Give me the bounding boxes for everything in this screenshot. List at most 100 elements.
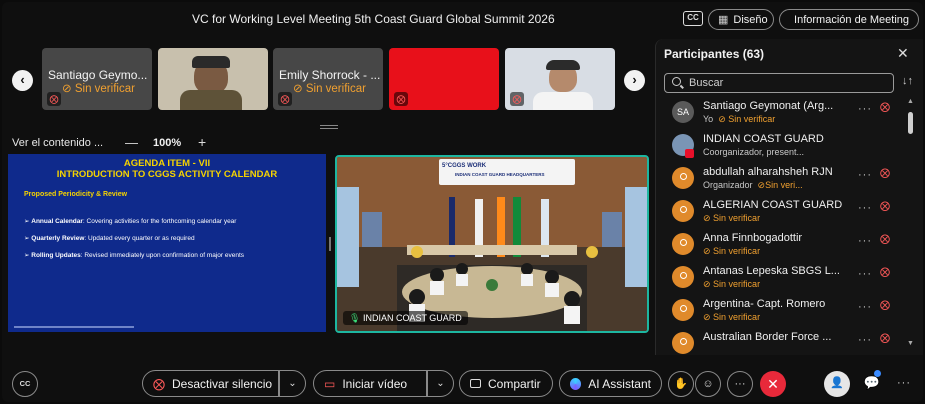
notification-dot xyxy=(874,370,881,377)
person-cap xyxy=(192,56,230,68)
search-input[interactable] xyxy=(689,76,889,90)
person-shirt xyxy=(533,92,593,110)
mic-muted-icon: ⨂ xyxy=(880,201,890,212)
slide-footer xyxy=(14,326,134,328)
participant-row[interactable]: Anna Finnbogadottir ⊘ Sin verificar ··· … xyxy=(656,229,923,262)
more-menu-button[interactable]: ··· xyxy=(891,371,917,397)
start-video-button[interactable]: ▭ Iniciar vídeo xyxy=(313,370,427,397)
audio-options-dropdown[interactable]: ⌄ xyxy=(279,370,306,397)
resize-handle[interactable] xyxy=(320,125,338,129)
zoom-out-button[interactable]: — xyxy=(125,135,138,150)
more-options-icon[interactable]: ··· xyxy=(858,103,872,115)
user-icon xyxy=(672,233,694,255)
participant-row[interactable]: INDIAN COAST GUARD Coorganizador, presen… xyxy=(656,130,923,163)
slide-bullet: ➢ Rolling Updates: Revised immediately u… xyxy=(24,252,245,259)
mic-muted-icon: ⨂ xyxy=(880,333,890,344)
chat-button[interactable]: 💬 xyxy=(859,371,885,397)
user-icon xyxy=(672,332,694,354)
ai-assistant-label: AI Assistant xyxy=(588,376,651,391)
unmute-button[interactable]: ⨂ Desactivar silencio xyxy=(142,370,279,397)
share-button[interactable]: Compartir xyxy=(459,370,553,397)
participant-name: ALGERIAN COAST GUARD xyxy=(703,199,843,211)
user-icon xyxy=(672,200,694,222)
participant-status: ⊘ Sin verificar xyxy=(703,312,761,322)
shared-content: AGENDA ITEM - VII INTRODUCTION TO CGGS A… xyxy=(8,154,326,332)
mic-muted-icon: ⨂ xyxy=(394,92,408,106)
participant-list: SA Santiago Geymonat (Arg... Yo ⊘ Sin ve… xyxy=(656,97,923,355)
raise-hand-button[interactable]: ✋ xyxy=(668,371,694,397)
participant-status: ⊘ Sin verificar xyxy=(703,246,761,256)
more-options-icon[interactable]: ··· xyxy=(858,301,872,313)
scroll-up-arrow[interactable]: ▲ xyxy=(907,98,914,105)
participant-name: Argentina- Capt. Romero xyxy=(703,298,826,310)
reactions-button[interactable]: ☺ xyxy=(695,371,721,397)
more-options-button[interactable]: ··· xyxy=(727,371,753,397)
mic-muted-icon: ⨂ xyxy=(880,300,890,311)
zoom-in-button[interactable]: + xyxy=(198,134,206,150)
mic-muted-icon: ⨂ xyxy=(880,267,890,278)
scrollbar-thumb[interactable] xyxy=(908,112,913,134)
layout-button-label: Diseño xyxy=(733,13,768,26)
user-icon xyxy=(672,167,694,189)
participants-panel: Participantes (63) ✕ ↓↑ SA Santiago Geym… xyxy=(655,39,923,355)
mic-muted-icon: ⨂ xyxy=(153,376,165,391)
participant-row[interactable]: SA Santiago Geymonat (Arg... Yo ⊘ Sin ve… xyxy=(656,97,923,130)
slide-bullet: ➢ Annual Calendar: Covering activities f… xyxy=(24,218,237,225)
participant-row[interactable]: Antanas Lepeska SBGS L... ⊘ Sin verifica… xyxy=(656,262,923,295)
more-options-icon[interactable]: ··· xyxy=(858,334,872,346)
split-divider[interactable] xyxy=(329,237,331,251)
participant-search[interactable] xyxy=(664,73,894,93)
active-speaker-video[interactable]: 5°CGGS WORK INDIAN COAST GUARD HEADQUART… xyxy=(335,155,649,333)
mic-muted-icon: ⨂ xyxy=(47,92,61,106)
video-banner-text: 5°CGGS WORK xyxy=(442,163,487,169)
meeting-title: VC for Working Level Meeting 5th Coast G… xyxy=(192,12,555,26)
mic-icon: 🎙 xyxy=(349,313,361,323)
unmute-label: Desactivar silencio xyxy=(172,376,273,391)
sort-icon[interactable]: ↓↑ xyxy=(902,75,913,87)
participant-row[interactable]: ALGERIAN COAST GUARD ⊘ Sin verificar ···… xyxy=(656,196,923,229)
slide-title-line2: INTRODUCTION TO CGGS ACTIVITY CALENDAR xyxy=(56,169,278,180)
thumbnails-prev-button[interactable]: ‹ xyxy=(12,70,33,91)
participant-thumbnail[interactable]: Santiago Geymo... ⊘ Sin verificar ⨂ xyxy=(42,48,152,110)
layout-button[interactable]: ▦ Diseño xyxy=(708,9,774,30)
participant-video-thumbnail[interactable]: ⨂ xyxy=(389,48,499,110)
more-options-icon[interactable]: ··· xyxy=(858,202,872,214)
participant-role: Yo ⊘ Sin verificar xyxy=(703,114,776,124)
participants-button[interactable]: 👤 xyxy=(824,371,850,397)
mic-muted-icon: ⨂ xyxy=(880,102,890,113)
video-speaker-label: 🎙 INDIAN COAST GUARD xyxy=(343,311,468,325)
video-options-dropdown[interactable]: ⌄ xyxy=(427,370,454,397)
closed-captions-button[interactable]: CC xyxy=(12,371,38,397)
avatar: SA xyxy=(672,101,694,123)
thumbnails-next-button[interactable]: › xyxy=(624,70,645,91)
title-bar: VC for Working Level Meeting 5th Coast G… xyxy=(2,2,923,36)
scroll-down-arrow[interactable]: ▼ xyxy=(907,340,914,347)
view-content-label[interactable]: Ver el contenido ... xyxy=(12,137,103,149)
closed-captions-icon[interactable]: CC xyxy=(683,11,703,26)
more-options-icon[interactable]: ··· xyxy=(858,268,872,280)
participant-name: Australian Border Force ... xyxy=(703,331,832,343)
participant-name: Anna Finnbogadottir xyxy=(703,232,803,244)
participant-row[interactable]: Argentina- Capt. Romero ⊘ Sin verificar … xyxy=(656,295,923,328)
ai-assistant-icon xyxy=(570,377,582,390)
more-options-icon[interactable]: ··· xyxy=(858,235,872,247)
share-label: Compartir xyxy=(488,376,541,391)
participant-video-thumbnail[interactable] xyxy=(158,48,268,110)
meeting-info-button[interactable]: Información de Meeting xyxy=(779,9,919,30)
participant-row[interactable]: Australian Border Force ... ··· ⨂ xyxy=(656,328,923,355)
ai-assistant-button[interactable]: AI Assistant xyxy=(559,370,662,397)
leave-meeting-button[interactable]: ✕ xyxy=(760,371,786,397)
participant-name: abdullah alharahsheh RJN xyxy=(703,166,833,178)
participant-role: Organizador ⊘Sin veri... xyxy=(703,180,803,190)
mic-muted-icon: ⨂ xyxy=(278,92,292,106)
meeting-info-label: Información de Meeting xyxy=(794,13,909,26)
more-options-icon[interactable]: ··· xyxy=(858,169,872,181)
host-badge-icon xyxy=(685,149,694,158)
search-icon xyxy=(672,77,681,86)
close-icon[interactable]: ✕ xyxy=(897,45,909,62)
participants-title: Participantes (63) xyxy=(664,47,765,61)
participant-video-thumbnail[interactable]: ⨂ xyxy=(505,48,615,110)
participant-thumbnail[interactable]: Emily Shorrock - ... ⊘ Sin verificar ⨂ xyxy=(273,48,383,110)
participant-row[interactable]: abdullah alharahsheh RJN Organizador ⊘Si… xyxy=(656,163,923,196)
person-headset xyxy=(546,60,580,70)
